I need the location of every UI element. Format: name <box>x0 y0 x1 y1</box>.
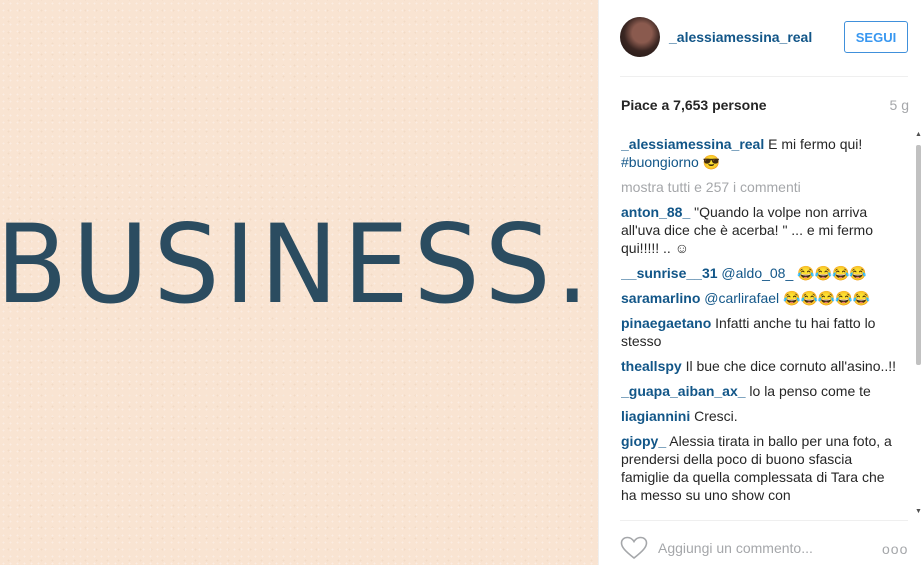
post-header: _alessiamessina_real SEGUI <box>620 0 908 77</box>
comment-username[interactable]: __sunrise__31 <box>621 265 718 281</box>
comment-username[interactable]: giopy_ <box>621 433 666 449</box>
list-item: pinaegaetano Infatti anche tu hai fatto … <box>621 314 897 350</box>
comment-username[interactable]: pinaegaetano <box>621 315 711 331</box>
caption-emoji: 😎 <box>698 154 721 170</box>
comment-text: Il bue che dice cornuto all'asino..!! <box>681 358 897 374</box>
list-item: giopy_ Alessia tirata in ballo per una f… <box>621 432 897 504</box>
comment-username[interactable]: liagiannini <box>621 408 690 424</box>
comment-text: 😂😂😂😂 <box>793 265 867 281</box>
comment-username[interactable]: _guapa_aiban_ax_ <box>621 383 746 399</box>
list-item: saramarlino @carlirafael 😂😂😂😂😂 <box>621 289 897 307</box>
list-item: anton_88_ "Quando la volpe non arriva al… <box>621 203 897 257</box>
list-item: __sunrise__31 @aldo_08_ 😂😂😂😂 <box>621 264 897 282</box>
post-image-text: BUSINESS. <box>0 199 594 329</box>
list-item: theallspy Il bue che dice cornuto all'as… <box>621 357 897 375</box>
post-time[interactable]: 5 g <box>890 97 909 113</box>
comment-text: lo la penso come te <box>745 383 871 399</box>
comment-mention[interactable]: @aldo_08_ <box>718 265 793 281</box>
caption-text: E mi fermo qui! <box>764 136 863 152</box>
show-all-comments-link[interactable]: mostra tutti e 257 i commenti <box>621 178 897 196</box>
list-item: liagiannini Cresci. <box>621 407 897 425</box>
caption-hashtag[interactable]: #buongiorno <box>621 154 699 170</box>
scroll-thumb[interactable] <box>916 145 921 365</box>
more-options-icon[interactable]: ooo <box>882 541 908 557</box>
comments-scrollbar[interactable]: ▲ ▼ <box>915 131 921 516</box>
header-username[interactable]: _alessiamessina_real <box>669 29 812 45</box>
comment-mention[interactable]: @carlirafael <box>700 290 779 306</box>
comment-text: 😂😂😂😂😂 <box>779 290 871 306</box>
follow-button[interactable]: SEGUI <box>844 21 908 53</box>
comment-input[interactable] <box>658 537 858 559</box>
scroll-up-arrow-icon[interactable]: ▲ <box>915 131 921 139</box>
likes-count[interactable]: Piace a 7,653 persone <box>621 97 767 113</box>
comments-list[interactable]: _alessiamessina_real E mi fermo qui! #bu… <box>621 135 897 514</box>
post-footer: ooo <box>620 520 908 565</box>
caption-username[interactable]: _alessiamessina_real <box>621 136 764 152</box>
post-image[interactable]: BUSINESS. <box>0 0 598 565</box>
comment-text: Cresci. <box>690 408 738 424</box>
heart-icon[interactable] <box>620 536 648 560</box>
scroll-down-arrow-icon[interactable]: ▼ <box>915 508 921 516</box>
comment-username[interactable]: theallspy <box>621 358 682 374</box>
likes-row: Piace a 7,653 persone 5 g <box>621 97 909 115</box>
list-item: _guapa_aiban_ax_ lo la penso come te <box>621 382 897 400</box>
comment-username[interactable]: saramarlino <box>621 290 700 306</box>
caption: _alessiamessina_real E mi fermo qui! #bu… <box>621 135 897 171</box>
post-side-panel: _alessiamessina_real SEGUI Piace a 7,653… <box>598 0 921 565</box>
comment-username[interactable]: anton_88_ <box>621 204 690 220</box>
avatar[interactable] <box>620 17 660 57</box>
